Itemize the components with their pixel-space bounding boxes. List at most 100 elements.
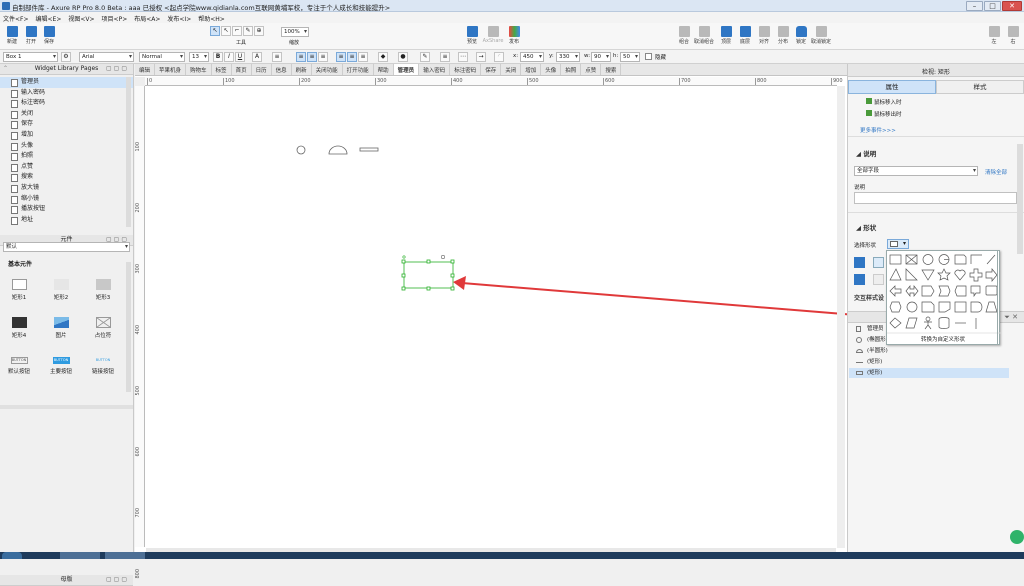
shape-picker-button[interactable]: ▾	[887, 239, 909, 249]
notes-input[interactable]	[854, 192, 1017, 204]
shape-corner[interactable]	[970, 254, 982, 264]
semicircle-icon	[856, 349, 863, 353]
canvas-v-scrollbar[interactable]	[837, 86, 845, 548]
selected-rectangle[interactable]	[403, 261, 454, 289]
annotation-arrowhead	[453, 276, 466, 290]
outline-item-label: (半圆形)	[867, 348, 888, 354]
properties-tab[interactable]: 属性	[848, 80, 936, 94]
notes-section-title: 说明	[863, 150, 877, 158]
start-button[interactable]	[2, 552, 22, 559]
shape-trapezoid[interactable]	[985, 301, 998, 313]
shape-pie[interactable]	[938, 254, 950, 265]
shape-parallelogram[interactable]	[905, 317, 918, 329]
shape-right-triangle[interactable]	[905, 268, 918, 281]
shape-chevron[interactable]	[938, 285, 951, 297]
outline-item-label: (矩形)	[867, 359, 883, 365]
shape-document[interactable]	[921, 301, 935, 313]
shape-rect[interactable]	[889, 254, 902, 265]
masters-panel-header: 母版 ▢▢▢	[0, 575, 133, 586]
shape-folded[interactable]	[938, 301, 951, 313]
masters-title: 母版	[60, 576, 73, 583]
event-icon	[866, 98, 872, 104]
rotate-handle[interactable]	[440, 255, 445, 260]
shape-actor[interactable]	[924, 316, 932, 330]
shape-diamond[interactable]	[889, 317, 902, 329]
convert-custom-shape-button[interactable]: 转换为自定义形状	[887, 335, 999, 343]
row-1	[889, 254, 996, 265]
rectangle-icon	[856, 371, 863, 375]
shape-frame[interactable]	[954, 301, 967, 313]
style-tab[interactable]: 样式	[936, 80, 1024, 94]
shape-d[interactable]	[970, 301, 983, 313]
shape-octagon[interactable]	[906, 301, 918, 313]
thin-rectangle-shape[interactable]	[359, 147, 379, 152]
shape-triangle[interactable]	[889, 268, 902, 281]
inspector-scrollbar[interactable]	[1017, 144, 1023, 254]
outline-item-label: (矩形)	[867, 370, 883, 376]
outline-item[interactable]: (椭圆形)	[855, 335, 888, 345]
more-events-link[interactable]: 更多事件>>>	[860, 126, 896, 134]
filter-icon[interactable]: ⏷ ✕	[1004, 313, 1018, 322]
row-4	[889, 301, 998, 313]
shape-section[interactable]: ◢ 形状	[856, 222, 876, 232]
shape-diagonal[interactable]	[986, 254, 996, 265]
page-icon	[856, 326, 861, 332]
event-icon	[866, 110, 872, 116]
shape-heart[interactable]	[954, 269, 966, 281]
taskbar-app[interactable]	[105, 552, 145, 559]
selection-handles[interactable]	[401, 259, 455, 291]
shape-arrow-both[interactable]	[905, 285, 919, 297]
shape-arrow-left[interactable]	[889, 285, 902, 297]
shape-arrow-right[interactable]	[985, 268, 998, 282]
annotation-arrow	[461, 282, 857, 316]
shape-snip-rect[interactable]	[954, 254, 967, 265]
taskbar-app[interactable]	[60, 552, 100, 559]
outline-item[interactable]: (矩形)	[855, 357, 882, 367]
ruler-tick: 800	[135, 569, 141, 579]
ellipse-icon	[856, 337, 862, 343]
floating-badge[interactable]	[1010, 530, 1024, 544]
event-mouse-leave[interactable]: 鼠标移出时	[866, 110, 902, 118]
outline-item-label: (椭圆形)	[867, 337, 888, 343]
shape-picker-popup: 转换为自定义形状	[886, 250, 1001, 345]
inspector-title: 检视: 矩形	[922, 69, 950, 76]
shape-placeholder[interactable]	[905, 254, 918, 265]
shape-star[interactable]	[937, 268, 951, 281]
shape-grid	[887, 254, 1001, 334]
arrange-icon[interactable]	[854, 257, 865, 268]
shape-ellipse[interactable]	[922, 254, 934, 265]
chevron-down-icon: ▾	[902, 240, 906, 247]
corner-radius-handle[interactable]	[402, 255, 406, 259]
event-label: 鼠标移入时	[874, 100, 902, 106]
flip-icon[interactable]	[873, 257, 884, 268]
outline-item[interactable]: (半圆形)	[855, 346, 888, 356]
outline-page[interactable]: 管理员	[855, 324, 884, 334]
shape-tag[interactable]	[954, 285, 967, 297]
masters-actions-icon[interactable]: ▢▢▢	[106, 575, 129, 585]
event-label: 鼠标移出时	[874, 112, 902, 118]
event-mouse-enter[interactable]: 鼠标移入时	[866, 98, 902, 106]
shape-note[interactable]	[985, 285, 998, 296]
ellipse-shape[interactable]	[296, 145, 306, 155]
divider	[848, 136, 1024, 137]
line-icon	[856, 362, 863, 363]
shape-pentagon-arrow[interactable]	[921, 285, 935, 297]
notes-field-select[interactable]: 全部字段	[854, 166, 978, 176]
clear-all-link[interactable]: 清除全部	[985, 168, 1007, 176]
shape-hexagon[interactable]	[889, 301, 902, 313]
interaction-style-label[interactable]: 交互样式设	[854, 293, 884, 302]
outline-item-selected[interactable]: (矩形)	[849, 368, 1009, 378]
popup-edge	[997, 250, 998, 345]
text-icon[interactable]	[873, 274, 884, 285]
shape-cross[interactable]	[969, 268, 983, 282]
order-icon[interactable]	[854, 274, 865, 285]
shape-cylinder[interactable]	[938, 317, 950, 329]
shape-callout[interactable]	[970, 285, 981, 298]
row-5	[889, 316, 977, 330]
rectangle-icon	[890, 241, 898, 247]
notes-label: 说明	[854, 185, 866, 191]
semicircle-shape[interactable]	[328, 145, 348, 155]
select-shape-label: 选择形状	[854, 243, 877, 249]
notes-section[interactable]: ◢ 说明	[856, 148, 876, 158]
shape-drop[interactable]	[921, 269, 935, 281]
